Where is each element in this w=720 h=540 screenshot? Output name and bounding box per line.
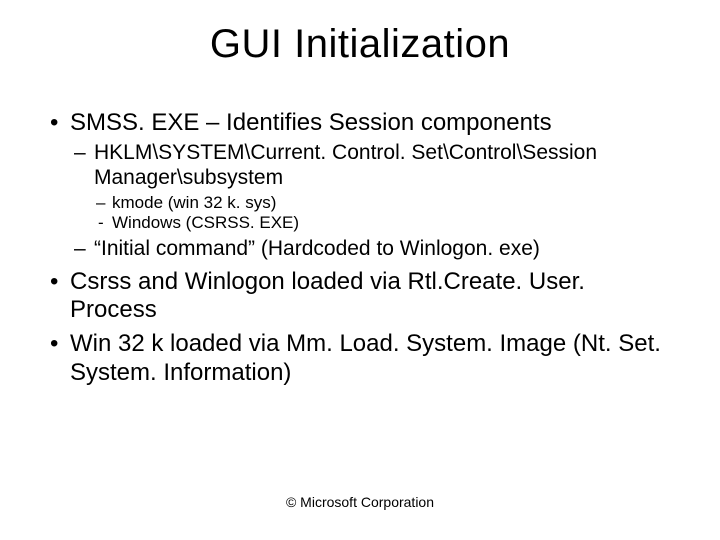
bullet-text: Windows (CSRSS. EXE) (112, 213, 299, 232)
slide: GUI Initialization SMSS. EXE – Identifie… (0, 0, 720, 540)
bullet-win32k: Win 32 k loaded via Mm. Load. System. Im… (44, 330, 676, 387)
bullet-smss: SMSS. EXE – Identifies Session component… (44, 109, 676, 262)
sub-list: HKLM\SYSTEM\Current. Control. Set\Contro… (70, 141, 676, 261)
bullet-windows-csrss: Windows (CSRSS. EXE) (94, 213, 676, 233)
bullet-registry-path: HKLM\SYSTEM\Current. Control. Set\Contro… (70, 141, 676, 233)
bullet-kmode: kmode (win 32 k. sys) (94, 193, 676, 213)
bullet-text: HKLM\SYSTEM\Current. Control. Set\Contro… (94, 141, 597, 189)
bullet-text: SMSS. EXE – Identifies Session component… (70, 109, 552, 136)
bullet-list: SMSS. EXE – Identifies Session component… (44, 109, 676, 387)
bullet-text: kmode (win 32 k. sys) (112, 193, 276, 212)
sub-sub-list: kmode (win 32 k. sys) Windows (CSRSS. EX… (94, 193, 676, 233)
bullet-csrss-winlogon: Csrss and Winlogon loaded via Rtl.Create… (44, 268, 676, 325)
bullet-text: “Initial command” (Hardcoded to Winlogon… (94, 237, 540, 260)
copyright-footer: © Microsoft Corporation (0, 494, 720, 510)
bullet-initial-command: “Initial command” (Hardcoded to Winlogon… (70, 237, 676, 262)
bullet-text: Csrss and Winlogon loaded via Rtl.Create… (70, 268, 585, 323)
slide-body: SMSS. EXE – Identifies Session component… (0, 73, 720, 387)
bullet-text: Win 32 k loaded via Mm. Load. System. Im… (70, 330, 661, 385)
slide-title: GUI Initialization (0, 0, 720, 73)
